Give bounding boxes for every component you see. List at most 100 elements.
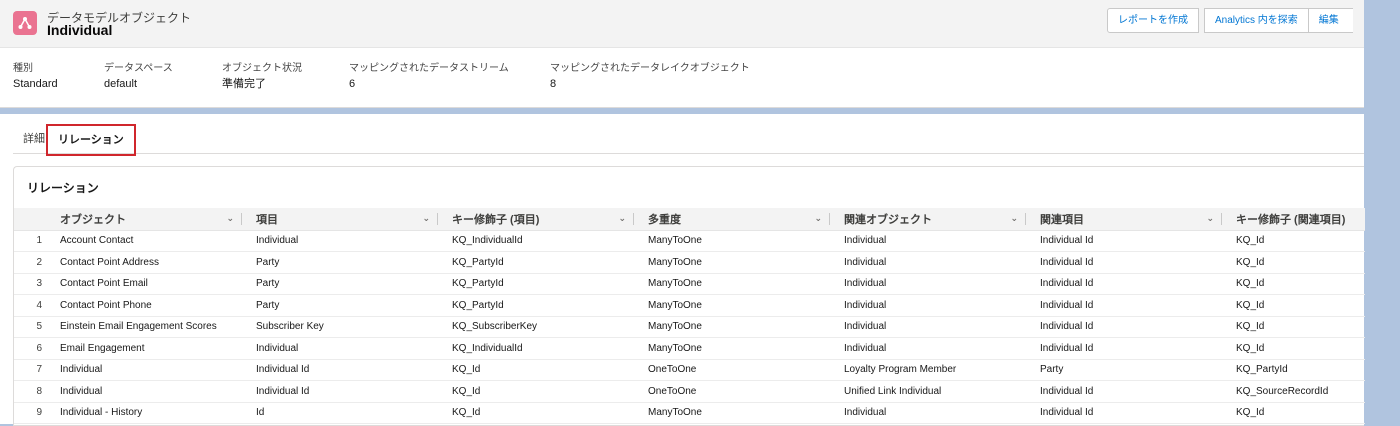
cell-field: Individual (242, 230, 438, 252)
table-row[interactable]: 4 Contact Point Phone Party KQ_PartyId ManyT… (14, 294, 1365, 317)
tab-bar: 詳細 リレーション (13, 114, 1364, 156)
cell-related-key-qualifier: KQ_Id (1222, 251, 1365, 274)
table-row[interactable]: 6 Email Engagement Individual KQ_Individual… (14, 337, 1365, 360)
cell-related-object: Individual (830, 337, 1026, 360)
page-title: Individual (47, 22, 113, 38)
chevron-down-icon[interactable]: ⌄ (422, 213, 430, 224)
cell-object: Contact Point Address (46, 251, 242, 274)
table-row[interactable]: 7 Individual Individual Id KQ_Id OneToOne Loy… (14, 359, 1365, 381)
cell-related-object: Individual (830, 316, 1026, 338)
table-row[interactable]: 5 Einstein Email Engagement Scores Subscri… (14, 316, 1365, 338)
table-row[interactable]: 3 Contact Point Email Party KQ_PartyId ManyT… (14, 273, 1365, 295)
table-row[interactable]: 1 Account Contact Individual KQ_IndividualI… (14, 230, 1365, 252)
cell-cardinality: ManyToOne (634, 402, 830, 424)
field-object-status: オブジェクト状況 準備完了 (222, 63, 302, 90)
field-type: 種別 Standard (13, 63, 58, 90)
cell-cardinality: ManyToOne (634, 230, 830, 252)
cell-related-key-qualifier: KQ_Id (1222, 294, 1365, 317)
field-dataspace: データスペース default (104, 63, 173, 90)
cell-field: Party (242, 273, 438, 295)
column-header-related-field[interactable]: 関連項目 ⌄ (1026, 208, 1222, 231)
cell-related-key-qualifier: KQ_Id (1222, 402, 1365, 424)
cell-related-key-qualifier: KQ_Id (1222, 316, 1365, 338)
cell-related-key-qualifier: KQ_PartyId (1222, 359, 1365, 381)
cell-key-qualifier: KQ_PartyId (438, 273, 634, 295)
cell-cardinality: OneToOne (634, 359, 830, 381)
row-number: 4 (14, 294, 46, 317)
cell-cardinality: ManyToOne (634, 294, 830, 317)
cell-object: Contact Point Email (46, 273, 242, 295)
column-header-field[interactable]: 項目 ⌄ (242, 208, 438, 231)
cell-object: Account Contact (46, 230, 242, 252)
cell-related-field: Individual Id (1026, 273, 1222, 295)
cell-cardinality: ManyToOne (634, 273, 830, 295)
create-report-button[interactable]: レポートを作成 (1107, 8, 1199, 33)
record-header: データモデルオブジェクト Individual レポートを作成 Analytic… (0, 0, 1364, 108)
cell-related-key-qualifier: KQ_SourceRecordId (1222, 380, 1365, 403)
cell-related-field: Individual Id (1026, 294, 1222, 317)
chevron-down-icon[interactable]: ⌄ (1010, 213, 1018, 224)
cell-related-object: Individual (830, 273, 1026, 295)
cell-related-field: Individual Id (1026, 402, 1222, 424)
cell-key-qualifier: KQ_Id (438, 359, 634, 381)
relations-card: リレーション オブジェクト⌄ 項目⌄ キー修飾子 (項目)⌄ 多重度⌄ (13, 166, 1365, 426)
chevron-down-icon[interactable]: ⌄ (1206, 213, 1214, 224)
cell-field: Individual Id (242, 359, 438, 381)
cell-related-field: Individual Id (1026, 316, 1222, 338)
cell-key-qualifier: KQ_IndividualId (438, 337, 634, 360)
cell-object: Email Engagement (46, 337, 242, 360)
row-number: 9 (14, 402, 46, 424)
cell-related-field: Individual Id (1026, 380, 1222, 403)
chevron-down-icon[interactable]: ⌄ (618, 213, 626, 224)
cell-related-object: Unified Link Individual (830, 380, 1026, 403)
cell-object: Einstein Email Engagement Scores (46, 316, 242, 338)
cell-key-qualifier: KQ_Id (438, 402, 634, 424)
cell-field: Individual Id (242, 380, 438, 403)
record-header-top: データモデルオブジェクト Individual レポートを作成 Analytic… (0, 0, 1364, 48)
cell-related-object: Individual (830, 294, 1026, 317)
data-model-icon (13, 11, 37, 35)
explore-analytics-button[interactable]: Analytics 内を探索 (1204, 8, 1309, 33)
cell-related-object: Individual (830, 230, 1026, 252)
chevron-down-icon[interactable]: ⌄ (814, 213, 822, 224)
cell-related-object: Individual (830, 251, 1026, 274)
column-header-related-object[interactable]: 関連オブジェクト ⌄ (830, 208, 1026, 231)
table-row[interactable]: 8 Individual Individual Id KQ_Id OneToOne Uni… (14, 380, 1365, 403)
column-header-cardinality[interactable]: 多重度 ⌄ (634, 208, 830, 231)
cell-cardinality: ManyToOne (634, 251, 830, 274)
relations-table: オブジェクト ⌄ 項目 ⌄ キー修飾子 (項目) ⌄ 多重度 ⌄ 関連オブジェクト ⌄ 関… (14, 208, 1365, 424)
cell-object: Individual - History (46, 402, 242, 424)
cell-related-field: Individual Id (1026, 337, 1222, 360)
row-number: 1 (14, 230, 46, 252)
header-actions: レポートを作成 Analytics 内を探索 編集 (1107, 8, 1353, 33)
row-number: 6 (14, 337, 46, 360)
tab-relations[interactable]: リレーション (46, 124, 136, 156)
cell-field: Subscriber Key (242, 316, 438, 338)
table-header-row: オブジェクト ⌄ 項目 ⌄ キー修飾子 (項目) ⌄ 多重度 ⌄ 関連オブジェクト ⌄ 関… (14, 208, 1365, 231)
cell-related-key-qualifier: KQ_Id (1222, 337, 1365, 360)
cell-cardinality: ManyToOne (634, 316, 830, 338)
cell-field: Party (242, 294, 438, 317)
table-row[interactable]: 9 Individual - History Id KQ_Id ManyToOne Ind… (14, 402, 1365, 424)
row-number: 3 (14, 273, 46, 295)
cell-key-qualifier: KQ_SubscriberKey (438, 316, 634, 338)
cell-field: Id (242, 402, 438, 424)
chevron-down-icon[interactable]: ⌄ (226, 213, 234, 224)
cell-cardinality: OneToOne (634, 380, 830, 403)
row-number: 5 (14, 316, 46, 338)
table-row[interactable]: 2 Contact Point Address Party KQ_PartyId Man… (14, 251, 1365, 274)
cell-field: Party (242, 251, 438, 274)
row-number: 7 (14, 359, 46, 381)
edit-button[interactable]: 編集 (1307, 8, 1353, 33)
row-number: 8 (14, 380, 46, 403)
content-card: 詳細 リレーション リレーション オブジェクト ⌄ 項目 ⌄ キー修飾子 (項目… (0, 114, 1365, 426)
cell-related-object: Individual (830, 402, 1026, 424)
cell-object: Individual (46, 380, 242, 403)
column-header-object[interactable]: オブジェクト ⌄ (46, 208, 242, 231)
relations-title: リレーション (27, 181, 99, 195)
cell-object: Individual (46, 359, 242, 381)
column-header-related-key-qualifier[interactable]: キー修飾子 (関連項目) (1222, 208, 1365, 231)
column-header-key-qualifier[interactable]: キー修飾子 (項目) ⌄ (438, 208, 634, 231)
field-mapped-streams: マッピングされたデータストリーム 6 (349, 63, 509, 90)
cell-related-field: Individual Id (1026, 230, 1222, 252)
